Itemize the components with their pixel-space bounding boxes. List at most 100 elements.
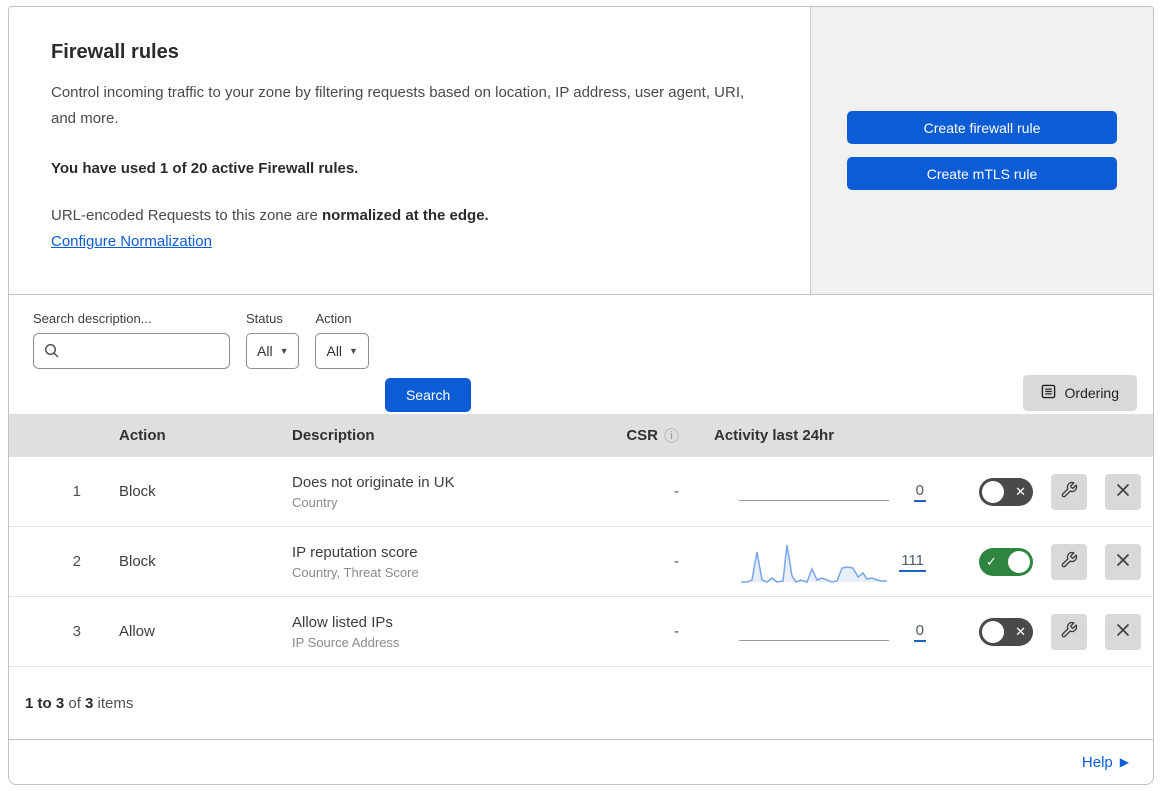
rule-csr: -	[674, 623, 679, 640]
header-section: Firewall rules Control incoming traffic …	[9, 7, 1153, 295]
rule-enabled-toggle[interactable]: ✕	[979, 477, 1033, 506]
toggle-state-icon: ✕	[1015, 624, 1026, 639]
column-header-action: Action	[119, 427, 166, 444]
toggle-knob	[1008, 550, 1030, 573]
search-button[interactable]: Search	[384, 378, 472, 412]
rule-enabled-toggle[interactable]: ✓	[979, 547, 1033, 576]
pagination-summary: 1 to 3 of 3 items	[9, 667, 1153, 740]
activity-count-link[interactable]: 0	[913, 622, 926, 642]
help-link-label: Help	[1081, 753, 1113, 771]
action-value: All	[326, 343, 343, 359]
delete-rule-button[interactable]	[1105, 543, 1141, 580]
activity-count-link[interactable]: 0	[913, 482, 926, 502]
filter-bar: Search description... Status All ▼ Actio…	[9, 295, 1153, 414]
wrench-icon	[1060, 551, 1078, 572]
rule-controls: ✕	[954, 613, 1153, 650]
list-document-icon	[1041, 384, 1056, 402]
activity-sparkline	[739, 540, 889, 584]
rule-csr: -	[674, 553, 679, 570]
rule-activity-cell: 111	[709, 527, 954, 596]
rule-priority: 3	[72, 623, 81, 640]
search-box	[33, 333, 230, 369]
status-value: All	[257, 343, 273, 359]
rule-description: IP reputation score	[292, 543, 418, 561]
help-link[interactable]: Help ▶	[1082, 754, 1129, 771]
of-text: of	[64, 694, 86, 712]
edit-rule-button[interactable]	[1051, 543, 1087, 580]
table-row: 2 Block IP reputation score Country, Thr…	[9, 527, 1153, 597]
rule-controls: ✓	[954, 543, 1153, 580]
activity-count-link[interactable]: 111	[899, 552, 926, 572]
close-icon	[1115, 482, 1131, 501]
table-row: 3 Allow Allow listed IPs IP Source Addre…	[9, 597, 1153, 667]
action-panel: Create firewall rule Create mTLS rule	[810, 7, 1153, 294]
column-header-description: Description	[292, 427, 375, 444]
rule-activity-cell: 0	[709, 597, 954, 666]
toggle-state-icon: ✕	[1015, 484, 1026, 499]
rule-description-cell: IP reputation score Country, Threat Scor…	[274, 544, 599, 580]
ordering-button-label: Ordering	[1064, 385, 1119, 401]
rule-description-cell: Does not originate in UK Country	[274, 474, 599, 510]
search-input[interactable]	[33, 333, 230, 369]
normalization-text: URL-encoded Requests to this zone are	[51, 207, 322, 224]
status-dropdown[interactable]: All ▼	[246, 333, 300, 369]
close-icon	[1115, 552, 1131, 571]
edit-rule-button[interactable]	[1051, 613, 1087, 650]
help-bar: Help ▶	[9, 740, 1153, 784]
wrench-icon	[1060, 621, 1078, 642]
rule-fields: Country	[292, 494, 338, 510]
normalization-bold: normalized at the edge.	[322, 207, 489, 224]
create-mtls-rule-button[interactable]: Create mTLS rule	[847, 157, 1117, 190]
table-row: 1 Block Does not originate in UK Country…	[9, 457, 1153, 527]
page-title: Firewall rules	[51, 41, 179, 63]
rule-controls: ✕	[954, 473, 1153, 510]
items-text: items	[93, 694, 134, 712]
action-field: Action All ▼	[315, 311, 369, 369]
search-field: Search description...	[33, 311, 230, 369]
header-text-block: Firewall rules Control incoming traffic …	[9, 7, 810, 294]
action-label: Action	[315, 311, 352, 326]
delete-rule-button[interactable]	[1105, 613, 1141, 650]
create-firewall-rule-button[interactable]: Create firewall rule	[847, 111, 1117, 144]
activity-sparkline	[739, 470, 889, 514]
status-label: Status	[246, 311, 283, 326]
arrow-right-icon: ▶	[1119, 755, 1129, 769]
search-icon	[44, 343, 60, 364]
toggle-knob	[982, 480, 1004, 503]
action-dropdown[interactable]: All ▼	[315, 333, 369, 369]
rule-fields: IP Source Address	[292, 634, 400, 650]
rule-description: Allow listed IPs	[292, 613, 393, 631]
status-field: Status All ▼	[246, 311, 300, 369]
items-range: 1 to 3	[25, 694, 65, 712]
table-header: Action Description CSR ⓘ Activity last 2…	[9, 414, 1153, 457]
rule-enabled-toggle[interactable]: ✕	[979, 617, 1033, 646]
rule-csr: -	[674, 483, 679, 500]
toggle-knob	[982, 620, 1004, 643]
delete-rule-button[interactable]	[1105, 473, 1141, 510]
rule-action: Block	[119, 553, 156, 570]
edit-rule-button[interactable]	[1051, 473, 1087, 510]
column-header-activity: Activity last 24hr	[714, 427, 835, 444]
rule-action: Allow	[119, 623, 155, 640]
search-label: Search description...	[33, 311, 152, 326]
info-icon[interactable]: ⓘ	[664, 425, 679, 446]
configure-normalization-link[interactable]: Configure Normalization	[51, 233, 212, 250]
column-header-csr: CSR ⓘ	[599, 425, 709, 446]
chevron-down-icon: ▼	[349, 346, 358, 356]
normalization-note: URL-encoded Requests to this zone are no…	[51, 207, 768, 224]
csr-label: CSR	[626, 427, 658, 444]
rule-fields: Country, Threat Score	[292, 564, 419, 580]
rule-priority: 1	[72, 483, 81, 500]
rule-activity-cell: 0	[709, 457, 954, 526]
rule-priority: 2	[72, 553, 81, 570]
wrench-icon	[1060, 481, 1078, 502]
close-icon	[1115, 622, 1131, 641]
usage-counter: You have used 1 of 20 active Firewall ru…	[51, 160, 359, 177]
page-description: Control incoming traffic to your zone by…	[51, 84, 745, 127]
rule-description-cell: Allow listed IPs IP Source Address	[274, 614, 599, 650]
activity-sparkline	[739, 610, 889, 654]
firewall-rules-card: Firewall rules Control incoming traffic …	[8, 6, 1154, 785]
rule-description: Does not originate in UK	[292, 473, 455, 491]
ordering-button[interactable]: Ordering	[1022, 375, 1137, 411]
chevron-down-icon: ▼	[279, 346, 289, 356]
